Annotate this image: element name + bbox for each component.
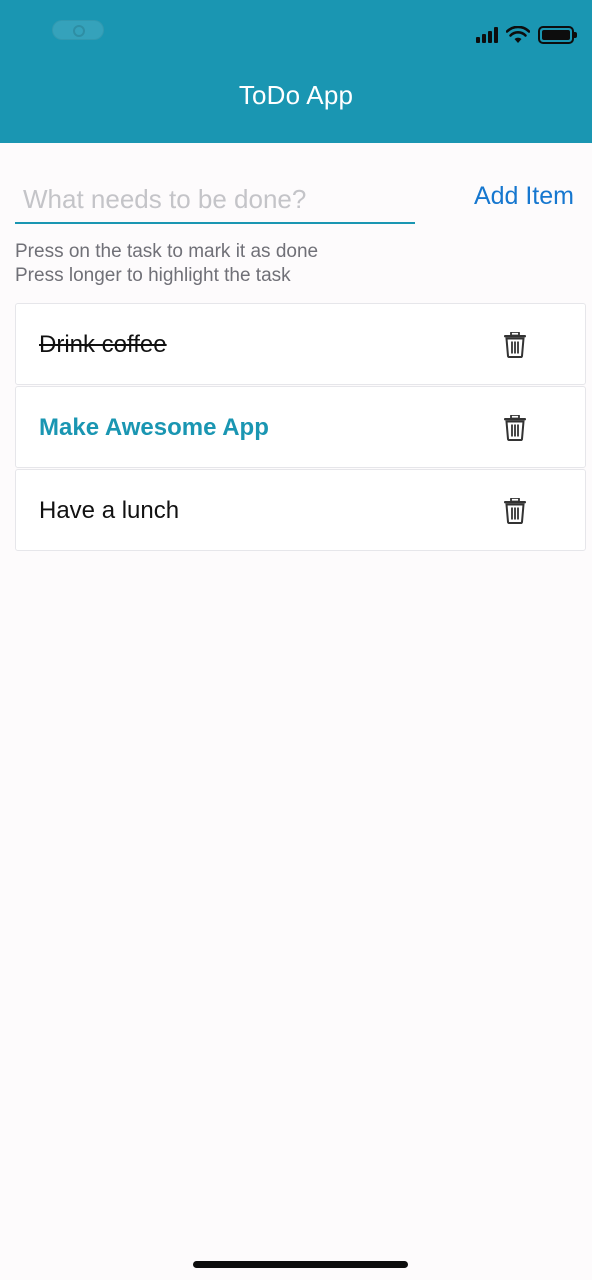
trash-icon[interactable]: [503, 332, 527, 358]
wifi-icon: [506, 26, 530, 43]
trash-icon[interactable]: [503, 415, 527, 441]
battery-icon: [538, 26, 577, 44]
task-item-have-a-lunch[interactable]: Have a lunch: [15, 469, 586, 551]
task-label: Have a lunch: [39, 497, 180, 524]
hint-mark-done: Press on the task to mark it as done: [15, 241, 319, 262]
signal-icon: [476, 27, 498, 43]
add-item-button[interactable]: Add Item: [474, 182, 574, 211]
app-title: ToDo App: [238, 80, 354, 110]
app-header: ToDo App: [0, 0, 592, 143]
new-task-input[interactable]: [15, 176, 415, 224]
home-indicator[interactable]: [193, 1261, 408, 1268]
status-bar-icons: [476, 24, 577, 46]
task-item-make-awesome-app[interactable]: Make Awesome App: [15, 386, 586, 468]
task-label: Drink coffee: [39, 331, 167, 358]
trash-icon[interactable]: [503, 498, 527, 524]
hint-highlight: Press longer to highlight the task: [15, 265, 291, 286]
task-list: Drink coffee Make Awesome App Have a lun…: [15, 303, 586, 552]
task-item-drink-coffee[interactable]: Drink coffee: [15, 303, 586, 385]
status-indicator: [52, 20, 104, 40]
task-label: Make Awesome App: [39, 414, 269, 441]
